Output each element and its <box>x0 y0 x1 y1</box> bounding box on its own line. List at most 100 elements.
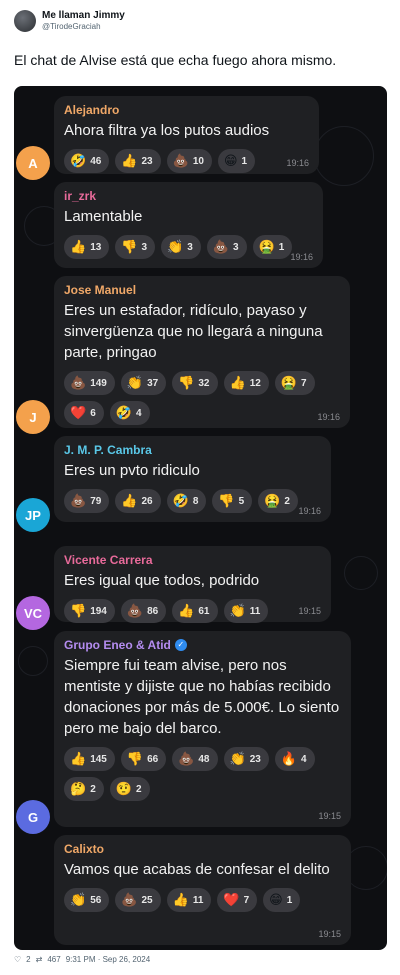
reactions-bar: 👎 194 💩 86 👍 61 👏 11 <box>64 599 321 629</box>
message-sender[interactable]: ir_zrk <box>64 188 313 204</box>
message-sender[interactable]: Grupo Eneo & Atid ✓ <box>64 637 341 653</box>
reaction-chip[interactable]: 😁 1 <box>263 888 301 912</box>
chat-message[interactable]: Calixto Vamos que acabas de confesar el d… <box>54 835 351 945</box>
reaction-chip[interactable]: 👍 145 <box>64 747 115 771</box>
reaction-chip[interactable]: 🤮 7 <box>274 371 315 395</box>
reaction-chip[interactable]: 🔥 4 <box>274 747 315 771</box>
reaction-count: 37 <box>147 377 159 389</box>
reaction-count: 3 <box>141 241 148 253</box>
author-name[interactable]: Me llaman Jimmy <box>42 10 125 22</box>
reaction-chip[interactable]: 💩 86 <box>120 599 167 623</box>
sender-name[interactable]: Jose Manuel <box>64 282 136 298</box>
author-handle[interactable]: @TirodeGraciah <box>42 22 125 32</box>
reaction-chip[interactable]: 🤔 2 <box>64 777 104 801</box>
sender-name[interactable]: Calixto <box>64 841 104 857</box>
message-text: Lamentable <box>64 208 143 225</box>
reaction-chip[interactable]: 🤣 46 <box>64 149 110 173</box>
reaction-chip[interactable]: 👎 3 <box>115 235 156 259</box>
reaction-chip[interactable]: ❤️ 6 <box>64 401 104 425</box>
reaction-chip[interactable]: 👍 61 <box>172 599 218 623</box>
reaction-count: 56 <box>90 894 102 906</box>
reaction-chip[interactable]: 👏 11 <box>223 599 269 623</box>
reaction-chip[interactable]: 👏 3 <box>161 235 201 259</box>
reaction-count: 32 <box>198 377 210 389</box>
message-sender[interactable]: Jose Manuel <box>64 282 340 298</box>
reaction-chip[interactable]: 👍 12 <box>223 371 269 395</box>
message-time: 19:16 <box>286 158 309 168</box>
reaction-emoji-icon: 💩 <box>70 375 87 390</box>
reactions-bar: 👏 56 💩 25 👍 11 ❤️ 7 😁 1 <box>64 888 341 918</box>
reaction-chip[interactable]: 🤣 8 <box>166 489 207 513</box>
reaction-chip[interactable]: 💩 48 <box>172 747 218 771</box>
reaction-emoji-icon: 👏 <box>229 751 246 766</box>
sender-name[interactable]: Grupo Eneo & Atid <box>64 637 171 653</box>
author-avatar[interactable] <box>14 10 36 32</box>
reaction-chip[interactable]: 🤣 4 <box>109 401 150 425</box>
reaction-count: 145 <box>90 753 107 765</box>
reaction-count: 1 <box>286 894 293 906</box>
reaction-emoji-icon: 🤮 <box>280 375 297 390</box>
reactions-bar: 💩 79 👍 26 🤣 8 👎 5 🤮 2 <box>64 489 321 519</box>
reaction-chip[interactable]: 👎 5 <box>212 489 253 513</box>
reaction-chip[interactable]: 💩 10 <box>166 149 212 173</box>
reaction-emoji-icon: 👍 <box>178 603 195 618</box>
chat-message[interactable]: J. M. P. Cambra Eres un pvto ridiculo 💩 79 👍… <box>54 436 331 522</box>
reaction-emoji-icon: 👏 <box>229 603 246 618</box>
reaction-chip[interactable]: 👏 56 <box>64 888 110 912</box>
message-sender[interactable]: Calixto <box>64 841 341 857</box>
reaction-chip[interactable]: ❤️ 7 <box>217 888 258 912</box>
reaction-chip[interactable]: 👍 13 <box>64 235 110 259</box>
reaction-chip[interactable]: 👍 23 <box>115 149 161 173</box>
reaction-count: 10 <box>192 155 204 167</box>
reaction-chip[interactable]: 💩 25 <box>115 888 161 912</box>
retweet-icon[interactable]: ⇄ <box>36 955 43 964</box>
chat-message[interactable]: Alejandro Ahora filtra ya los putos audio… <box>54 96 319 174</box>
reaction-chip[interactable]: 🤨 2 <box>109 777 150 801</box>
sender-avatar[interactable]: J <box>16 400 50 434</box>
reaction-chip[interactable]: 💩 149 <box>64 371 115 395</box>
message-text: Eres un estafador, ridículo, payaso y si… <box>64 302 323 361</box>
chat-message[interactable]: ir_zrk Lamentable 👍 13 👎 3 👏 3 💩 3 🤮 1 19:16 <box>54 182 323 268</box>
reaction-chip[interactable]: 👍 11 <box>166 888 212 912</box>
reaction-count: 1 <box>278 241 285 253</box>
reaction-emoji-icon: 🔥 <box>280 751 297 766</box>
reaction-count: 3 <box>187 241 193 253</box>
reaction-chip[interactable]: 👎 32 <box>172 371 218 395</box>
wallpaper-doodle <box>344 556 378 590</box>
reaction-emoji-icon: 👏 <box>126 375 144 390</box>
sender-name[interactable]: Vicente Carrera <box>64 552 153 568</box>
reaction-chip[interactable]: 💩 79 <box>64 489 110 513</box>
reaction-chip[interactable]: 🤮 1 <box>252 235 293 259</box>
reaction-chip[interactable]: 🤮 2 <box>258 489 298 513</box>
reaction-chip[interactable]: 👎 66 <box>120 747 167 771</box>
retweet-count: 467 <box>47 955 61 964</box>
reaction-count: 3 <box>233 241 239 253</box>
reaction-count: 194 <box>90 605 107 617</box>
message-time: 19:15 <box>318 929 341 939</box>
reaction-emoji-icon: 👎 <box>126 751 144 766</box>
reaction-chip[interactable]: 👏 37 <box>120 371 167 395</box>
sender-avatar[interactable]: G <box>16 800 50 834</box>
chat-message[interactable]: Jose Manuel Eres un estafador, ridículo, … <box>54 276 350 428</box>
heart-icon[interactable]: ♡ <box>14 955 21 964</box>
reaction-emoji-icon: 🤨 <box>115 781 132 796</box>
message-sender[interactable]: Vicente Carrera <box>64 552 321 568</box>
reaction-count: 61 <box>198 605 210 617</box>
reaction-chip[interactable]: 👍 26 <box>115 489 161 513</box>
reaction-chip[interactable]: 👎 194 <box>64 599 115 623</box>
sender-avatar[interactable]: VC <box>16 596 50 630</box>
sender-name[interactable]: J. M. P. Cambra <box>64 442 152 458</box>
chat-message[interactable]: Vicente Carrera Eres igual que todos, pod… <box>54 546 331 623</box>
chat-message[interactable]: Grupo Eneo & Atid ✓ Siempre fui team alvis… <box>54 631 351 827</box>
reaction-emoji-icon: 👍 <box>172 892 189 907</box>
message-sender[interactable]: Alejandro <box>64 102 309 118</box>
sender-name[interactable]: ir_zrk <box>64 188 96 204</box>
message-sender[interactable]: J. M. P. Cambra <box>64 442 321 458</box>
sender-avatar[interactable]: JP <box>16 498 50 532</box>
reaction-chip[interactable]: 😁 1 <box>217 149 256 173</box>
sender-avatar[interactable]: A <box>16 146 50 180</box>
reaction-chip[interactable]: 👏 23 <box>223 747 269 771</box>
sender-name[interactable]: Alejandro <box>64 102 119 118</box>
reaction-chip[interactable]: 💩 3 <box>206 235 247 259</box>
reaction-emoji-icon: 💩 <box>121 892 138 907</box>
